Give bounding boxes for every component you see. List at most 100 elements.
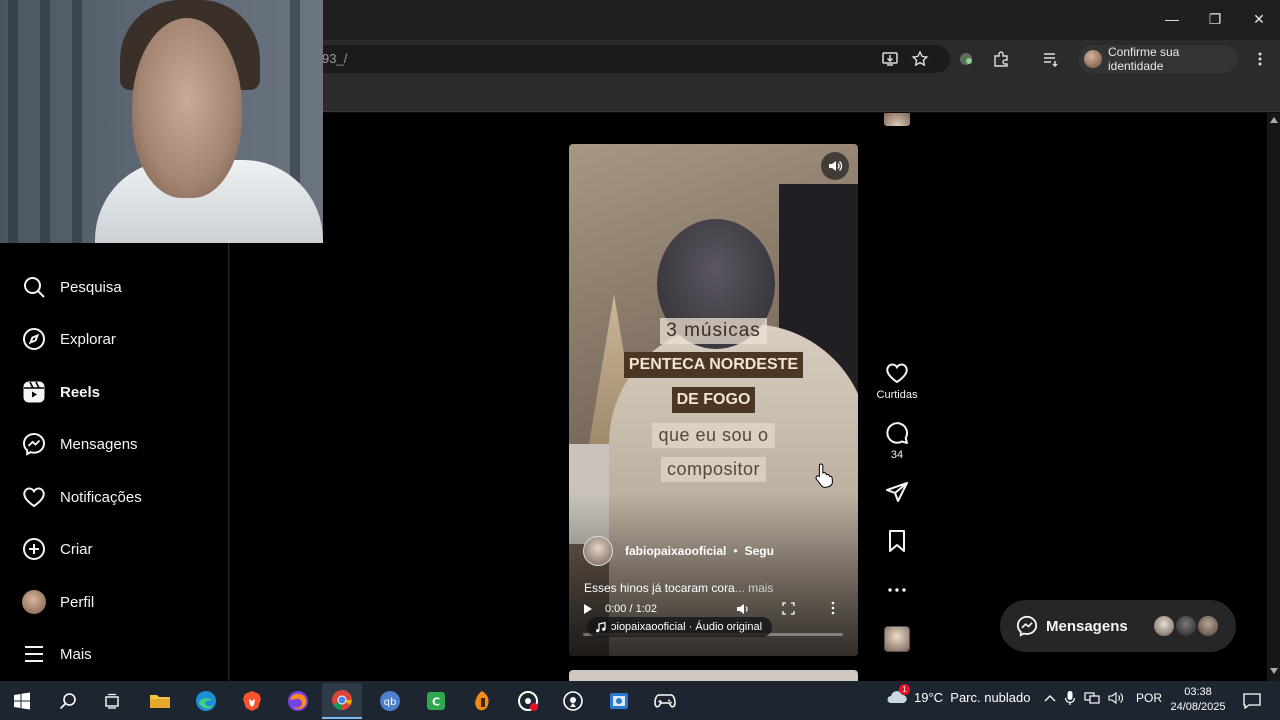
taskbar-file-explorer[interactable] <box>140 683 180 719</box>
browser-menu-icon[interactable] <box>1249 48 1271 70</box>
taskbar-camtasia[interactable]: C <box>416 683 456 719</box>
notification-icon <box>1243 693 1261 709</box>
audio-label: ɔiopaixaooficial · Áudio original <box>611 621 763 633</box>
taskbar-clock[interactable]: 03:38 24/08/2025 <box>1166 685 1230 715</box>
install-app-icon[interactable] <box>879 48 901 70</box>
edge-icon <box>196 691 216 711</box>
comment-icon <box>886 422 909 444</box>
audio-thumbnail[interactable] <box>884 626 910 652</box>
svg-text:qb: qb <box>384 697 397 708</box>
audio-attribution[interactable]: ɔiopaixaooficial · Áudio original <box>587 617 773 637</box>
windows-logo-icon <box>14 692 30 710</box>
reel-video[interactable]: 3 músicas PENTECA NORDESTE DE FOGO que e… <box>569 144 858 656</box>
clock-time: 03:38 <box>1184 686 1212 698</box>
bookmark-star-icon[interactable] <box>909 48 931 70</box>
messages-pill[interactable]: Mensagens <box>1000 600 1236 652</box>
webcam-person-face <box>132 18 242 198</box>
extension-badge-icon[interactable] <box>955 48 977 70</box>
taskbar-obs-recording[interactable] <box>508 683 548 719</box>
previous-reel-audio-thumb[interactable] <box>884 113 910 126</box>
profile-chip[interactable]: Confirme sua identidade <box>1078 45 1238 73</box>
more-link[interactable]: ... mais <box>735 581 774 595</box>
sidebar-item-label: Perfil <box>60 593 95 611</box>
play-icon[interactable] <box>583 603 593 615</box>
volume-icon[interactable] <box>1108 691 1124 705</box>
microphone-icon[interactable] <box>1064 690 1076 706</box>
playback-time: 0:00 / 1:02 <box>605 603 657 615</box>
fullscreen-icon[interactable] <box>782 602 795 615</box>
reel-description[interactable]: Esses hinos já tocaram cora... mais <box>584 581 773 595</box>
taskbar-gamepad[interactable] <box>645 683 685 719</box>
taskbar-search-button[interactable] <box>48 683 88 719</box>
page-scrollbar[interactable] <box>1267 113 1280 681</box>
taskbar-qbittorrent[interactable]: qb <box>370 683 410 719</box>
cloud-icon: 1 <box>886 684 910 706</box>
taskbar-remote-app[interactable] <box>599 683 639 719</box>
weather-text: 19°C Parc. nublado <box>914 689 1031 705</box>
minimize-icon[interactable]: — <box>1149 0 1195 38</box>
author-avatar[interactable] <box>583 536 613 566</box>
separator-dot: • <box>733 544 738 558</box>
sidebar-item-more[interactable]: Mais <box>0 631 229 677</box>
task-view-button[interactable] <box>92 683 132 719</box>
taskbar-firefox[interactable] <box>278 683 318 719</box>
clock-date: 24/08/2025 <box>1170 701 1226 713</box>
author-name[interactable]: fabiopaixaooficial <box>625 544 726 558</box>
heart-icon <box>23 487 45 508</box>
share-button[interactable] <box>870 480 924 504</box>
avatar <box>22 590 46 614</box>
media-queue-icon[interactable] <box>1040 48 1062 70</box>
sidebar-item-messages[interactable]: Mensagens <box>0 421 229 467</box>
sidebar-item-label: Mais <box>60 645 92 663</box>
sound-toggle-button[interactable] <box>821 152 849 180</box>
input-language[interactable]: POR <box>1136 691 1162 705</box>
taskbar-app-circle[interactable] <box>553 683 593 719</box>
taskbar-chrome[interactable] <box>322 683 362 719</box>
next-reel-preview[interactable] <box>569 670 858 681</box>
address-bar[interactable] <box>310 45 950 73</box>
weather-widget[interactable]: 1 19°C Parc. nublado <box>886 684 1031 706</box>
url-text[interactable]: 93_/ <box>322 51 347 66</box>
taskbar-brave[interactable] <box>232 683 272 719</box>
notification-center-button[interactable] <box>1232 683 1272 719</box>
app-circle-icon <box>563 691 583 711</box>
player-options-icon[interactable] <box>831 601 835 615</box>
like-label: Curtidas <box>876 389 918 401</box>
like-button[interactable]: Curtidas <box>870 361 924 401</box>
sidebar-item-reels[interactable]: Reels <box>0 369 229 415</box>
obs-icon <box>518 691 538 711</box>
comment-button[interactable]: 34 <box>870 421 924 461</box>
save-button[interactable] <box>870 529 924 553</box>
curtain-fold <box>72 0 82 243</box>
sidebar-item-notifications[interactable]: Notificações <box>0 474 229 520</box>
taskbar-fl-studio[interactable] <box>462 683 502 719</box>
sidebar-item-create[interactable]: Criar <box>0 526 229 572</box>
remote-desktop-icon <box>610 693 628 709</box>
reel-author-row: fabiopaixaooficial • Segu <box>583 536 774 566</box>
profile-avatar <box>1084 50 1102 68</box>
chevron-up-icon[interactable] <box>1044 694 1056 702</box>
fl-studio-icon <box>475 691 489 711</box>
close-icon[interactable]: ✕ <box>1236 0 1280 38</box>
volume-icon[interactable] <box>736 602 750 616</box>
network-icon[interactable] <box>1084 691 1100 705</box>
sidebar-item-explore[interactable]: Explorar <box>0 316 229 362</box>
sidebar-item-profile[interactable]: Perfil <box>0 579 229 625</box>
follow-button[interactable]: Segu <box>745 544 774 558</box>
gamepad-icon <box>654 694 676 708</box>
sidebar-item-label: Criar <box>60 540 93 558</box>
compass-icon <box>23 328 45 350</box>
task-view-icon <box>105 693 119 709</box>
taskbar-edge[interactable] <box>186 683 226 719</box>
restore-icon[interactable]: ❐ <box>1192 0 1238 38</box>
qbittorrent-icon: qb <box>380 691 400 711</box>
more-options-button[interactable] <box>870 578 924 602</box>
extensions-puzzle-icon[interactable] <box>990 48 1012 70</box>
profile-label: Confirme sua identidade <box>1107 45 1180 73</box>
start-button[interactable] <box>2 683 42 719</box>
sidebar-item-label: Reels <box>60 383 101 401</box>
caption-line: DE FOGO <box>569 387 858 413</box>
comment-count: 34 <box>890 449 904 461</box>
music-note-icon <box>596 621 606 632</box>
sidebar-item-search[interactable]: Pesquisa <box>0 264 229 310</box>
